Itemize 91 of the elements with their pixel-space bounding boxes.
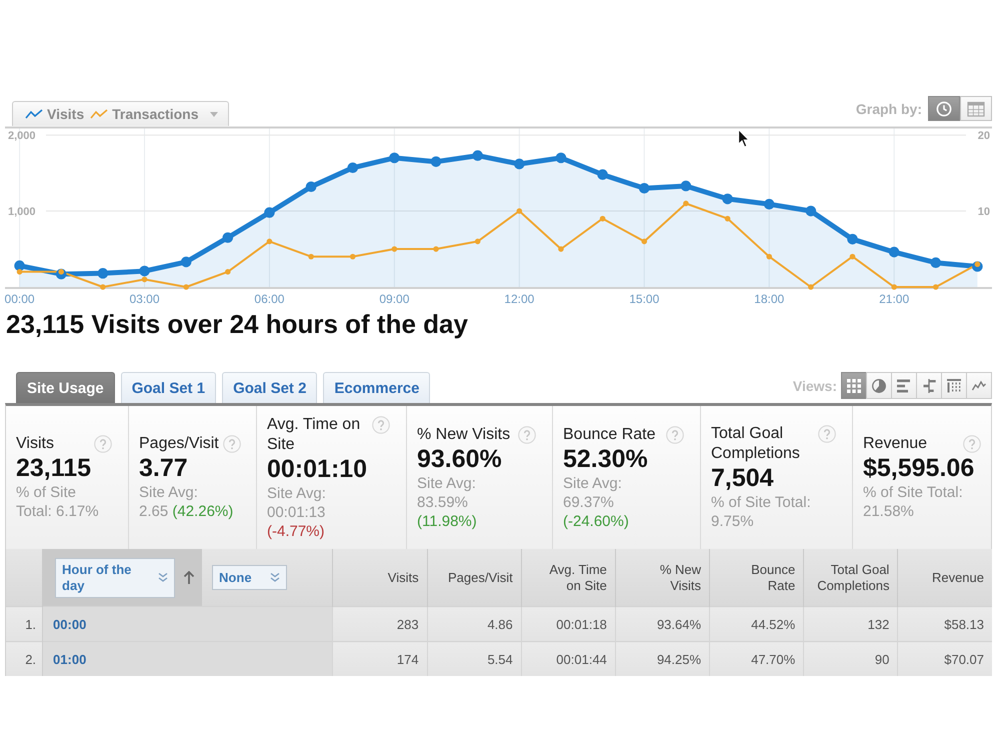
axis-label: 10 bbox=[978, 206, 990, 218]
axis-label: 15:00 bbox=[629, 292, 660, 306]
column-header[interactable]: Visits bbox=[332, 549, 428, 606]
axis-label: 09:00 bbox=[379, 292, 410, 306]
metric-label: Total Goal Completions bbox=[711, 424, 801, 464]
grid-icon bbox=[847, 378, 861, 392]
hour-link[interactable]: 00:00 bbox=[53, 616, 86, 632]
table-cell: 132 bbox=[804, 606, 898, 642]
row-number: 1. bbox=[6, 606, 43, 642]
mouse-pointer-icon bbox=[738, 129, 750, 148]
table-cell: 283 bbox=[332, 606, 428, 642]
comparison-text: Site Avg: 83.59% (11.98%) bbox=[417, 474, 478, 530]
column-header[interactable]: Revenue bbox=[898, 549, 992, 606]
view-button[interactable] bbox=[916, 372, 942, 399]
views-label: Views: bbox=[792, 378, 837, 394]
graph-by-button[interactable] bbox=[960, 96, 992, 121]
view-button[interactable] bbox=[891, 372, 917, 399]
centered-bar-icon bbox=[922, 378, 936, 392]
table-cell: 00:01:18 bbox=[521, 606, 616, 642]
row-number: 2. bbox=[6, 642, 43, 676]
dotted-columns-icon bbox=[947, 378, 961, 392]
metric-value: 3.77 bbox=[139, 454, 189, 483]
metric-label: Avg. Time on Site bbox=[267, 414, 362, 454]
dimension-dropdown[interactable]: None bbox=[212, 565, 288, 590]
bar-chart-icon bbox=[897, 378, 911, 392]
view-button[interactable] bbox=[941, 372, 967, 399]
table-cell: 174 bbox=[332, 642, 428, 676]
clock-icon bbox=[936, 100, 952, 116]
axis-label: 20 bbox=[978, 130, 990, 142]
double-chevron-icon bbox=[158, 572, 168, 583]
axis-label: 06:00 bbox=[254, 292, 284, 306]
metric-value: $5,595.06 bbox=[863, 454, 976, 483]
metric-label: Bounce Rate bbox=[563, 424, 656, 444]
metric-value: 52.30% bbox=[563, 444, 649, 474]
trend-line-icon bbox=[972, 378, 986, 392]
comparison-text: Site Avg: 00:01:13 (-4.77%) bbox=[267, 484, 327, 540]
caret-icon bbox=[210, 112, 218, 116]
axis-label: 00:00 bbox=[4, 292, 35, 306]
metric-value: 93.60% bbox=[417, 444, 503, 474]
metric-value: 00:01:10 bbox=[267, 454, 368, 484]
metric-label: Visits bbox=[16, 434, 54, 454]
table-cell: 93.64% bbox=[615, 606, 710, 642]
series-selector[interactable]: Visits Transactions bbox=[12, 101, 230, 126]
table-cell: $58.13 bbox=[898, 606, 992, 642]
arrow-up-icon[interactable] bbox=[183, 570, 196, 584]
column-header[interactable]: Pages/Visit bbox=[427, 549, 522, 606]
line-icon bbox=[25, 109, 43, 119]
comparison-text: % of Site Total: 6.17% bbox=[16, 483, 100, 521]
tab[interactable]: Goal Set 1 bbox=[120, 372, 216, 403]
table-cell: $70.07 bbox=[898, 642, 992, 676]
comparison-text: % of Site Total: 9.75% bbox=[711, 493, 812, 531]
summary-title: 23,115 Visits over 24 hours of the day bbox=[6, 308, 469, 340]
metric-label: % New Visits bbox=[417, 424, 510, 444]
tab[interactable]: Site Usage bbox=[16, 372, 115, 403]
metric-value: 23,115 bbox=[16, 454, 92, 483]
double-chevron-icon bbox=[270, 572, 280, 583]
table-cell: 5.54 bbox=[427, 642, 522, 676]
comparison-text: Site Avg: 69.37% (-24.60%) bbox=[563, 474, 630, 530]
metric-label: Revenue bbox=[863, 434, 928, 454]
column-header[interactable]: Total Goal Completions bbox=[804, 549, 898, 606]
table-cell: 44.52% bbox=[710, 606, 804, 642]
table-cell: 4.86 bbox=[427, 606, 522, 642]
tab[interactable]: Ecommerce bbox=[323, 372, 430, 403]
metric-label: Pages/Visit bbox=[139, 434, 219, 454]
line-icon bbox=[90, 109, 108, 119]
table-cell: 00:01:44 bbox=[521, 642, 616, 676]
calendar-icon bbox=[967, 100, 985, 116]
table-cell: 47.70% bbox=[710, 642, 804, 676]
hour-link[interactable]: 01:00 bbox=[53, 652, 86, 666]
dimension-dropdown[interactable]: Hour of the day bbox=[55, 558, 176, 598]
column-header[interactable]: Bounce Rate bbox=[710, 549, 804, 606]
column-header[interactable]: Avg. Time on Site bbox=[521, 549, 616, 606]
table-cell: 90 bbox=[804, 642, 898, 676]
comparison-text: Site Avg: 2.65 (42.26%) bbox=[139, 483, 234, 521]
view-button[interactable] bbox=[966, 372, 992, 399]
comparison-text: % of Site Total: 21.58% bbox=[863, 483, 964, 521]
axis-label: 1,000 bbox=[8, 206, 36, 218]
axis-label: 18:00 bbox=[754, 292, 784, 306]
table-cell: 94.25% bbox=[615, 642, 710, 676]
pie-chart-icon bbox=[872, 378, 886, 392]
axis-label: 12:00 bbox=[504, 292, 534, 306]
axis-label: 2,000 bbox=[8, 130, 36, 142]
view-button[interactable] bbox=[841, 372, 867, 399]
axis-label: 03:00 bbox=[130, 292, 160, 306]
view-button[interactable] bbox=[866, 372, 892, 399]
tab[interactable]: Goal Set 2 bbox=[222, 372, 318, 403]
graph-by-label: Graph by: bbox=[856, 100, 922, 116]
axis-label: 21:00 bbox=[879, 292, 910, 306]
graph-by-button[interactable] bbox=[928, 96, 960, 121]
metric-value: 7,504 bbox=[711, 464, 775, 493]
column-header[interactable]: % New Visits bbox=[615, 549, 710, 606]
